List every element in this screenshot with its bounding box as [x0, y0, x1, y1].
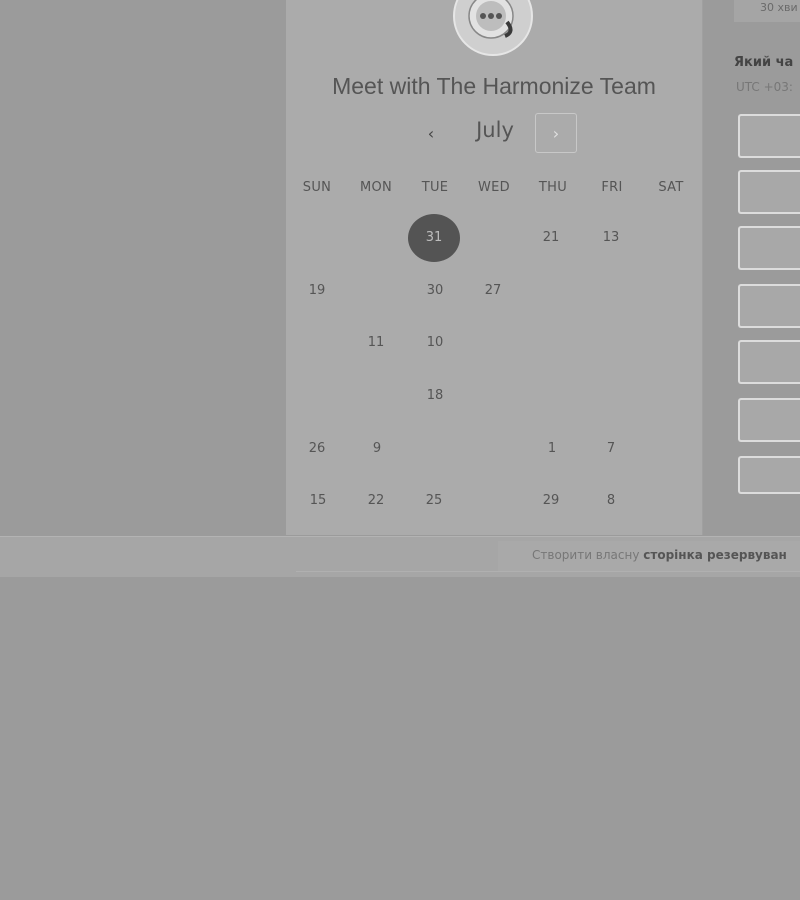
calendar-day[interactable]: 7 [585, 425, 637, 473]
calendar-day-selected[interactable]: 31 [408, 214, 460, 262]
chevron-left-icon: ‹ [427, 123, 435, 143]
time-slot[interactable] [738, 456, 800, 494]
calendar-day[interactable]: 19 [291, 267, 343, 315]
calendar-day[interactable]: 15 [292, 477, 344, 525]
timezone-label: Який ча [734, 55, 794, 70]
calendar-day[interactable]: 11 [350, 319, 402, 367]
calendar-day[interactable]: 13 [585, 214, 637, 262]
weekday-sun: SUN [302, 180, 332, 195]
calendar-day[interactable]: 9 [351, 425, 403, 473]
weekday-fri: FRI [601, 180, 623, 195]
next-month-button[interactable]: › [535, 113, 577, 153]
weekday-mon: MON [359, 180, 393, 195]
time-slot[interactable] [738, 226, 800, 270]
calendar-day[interactable]: 27 [467, 267, 519, 315]
weekday-thu: THU [538, 180, 568, 195]
footer-divider [296, 571, 800, 572]
calendar-day[interactable]: 25 [408, 477, 460, 525]
time-slot[interactable] [738, 340, 800, 384]
timezone-selector[interactable]: UTC +03: [736, 80, 793, 94]
create-booking-page-link[interactable]: Створити власну сторінка резервуван [498, 541, 800, 571]
calendar-day[interactable]: 26 [291, 425, 343, 473]
weekday-tue: TUE [421, 180, 449, 195]
calendar-day[interactable]: 8 [585, 477, 637, 525]
calendar-day[interactable]: 22 [350, 477, 402, 525]
weekday-wed: WED [478, 180, 510, 195]
prev-month-button[interactable]: ‹ [414, 116, 448, 150]
footer-text-prefix: Створити власну [532, 548, 640, 562]
duration-badge: 30 хви [734, 0, 800, 22]
month-label: July [476, 118, 514, 142]
calendar-day[interactable]: 10 [409, 319, 461, 367]
time-slot[interactable] [738, 398, 800, 442]
page-title: Meet with The Harmonize Team [332, 73, 656, 99]
calendar-day[interactable]: 1 [526, 425, 578, 473]
time-slot[interactable] [738, 170, 800, 214]
calendar-day[interactable]: 30 [409, 267, 461, 315]
time-slot-column: 30 хви Який ча UTC +03: [734, 0, 800, 540]
time-slot[interactable] [738, 284, 800, 328]
calendar-day[interactable]: 21 [525, 214, 577, 262]
weekday-sat: SAT [658, 180, 684, 195]
calendar-day[interactable]: 18 [409, 372, 461, 420]
chevron-right-icon: › [552, 123, 560, 143]
footer-text-bold: сторінка резервуван [643, 548, 787, 562]
time-slot[interactable] [738, 114, 800, 158]
calendar-day[interactable]: 29 [525, 477, 577, 525]
